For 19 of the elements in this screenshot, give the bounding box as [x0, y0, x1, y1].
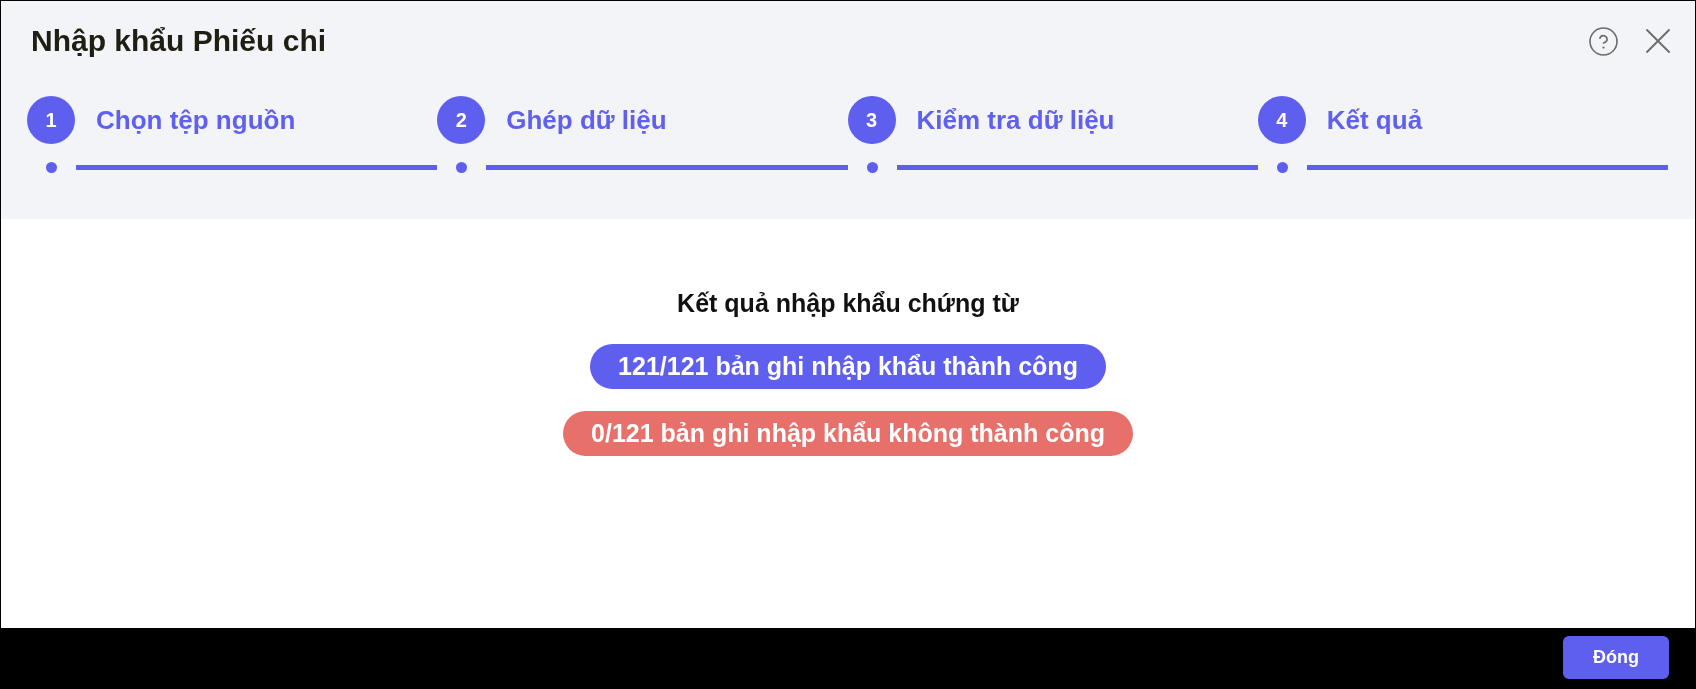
step-label: Ghép dữ liệu [506, 104, 667, 136]
step-dot-icon [1276, 162, 1288, 173]
step-number: 2 [437, 96, 486, 144]
step-dot-icon [46, 162, 57, 173]
step-number: 3 [847, 96, 896, 144]
step-label: Kiểm tra dữ liệu [916, 104, 1115, 136]
step-dot-icon [866, 162, 878, 173]
success-status-badge: 121/121 bản ghi nhập khẩu thành công [590, 344, 1106, 389]
failure-status-badge: 0/121 bản ghi nhập khẩu không thành công [563, 411, 1133, 456]
step-number: 4 [1257, 96, 1306, 144]
step-number: 1 [27, 96, 75, 144]
dialog-title: Nhập khẩu Phiếu chi [31, 23, 327, 59]
step-label: Kết quả [1326, 104, 1423, 136]
help-icon[interactable] [1589, 26, 1618, 56]
step-dot-icon [456, 162, 468, 173]
close-button[interactable]: Đóng [1563, 636, 1669, 679]
step-label: Chọn tệp nguồn [96, 104, 296, 136]
close-icon[interactable] [1646, 29, 1670, 53]
result-heading: Kết quả nhập khẩu chứng từ [677, 288, 1019, 318]
